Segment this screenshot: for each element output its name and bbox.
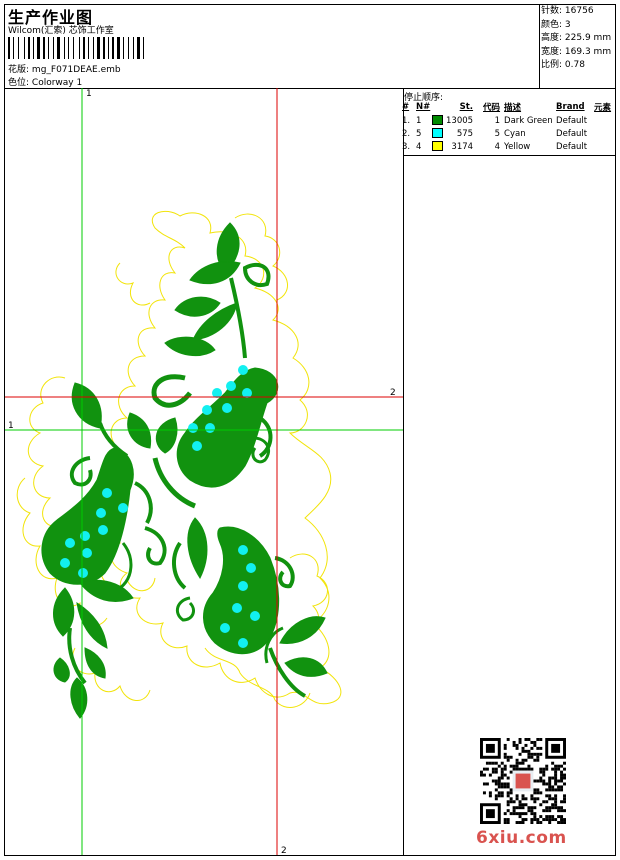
guide-label-red-horizontal: 2	[390, 388, 396, 398]
watermark: 6xiu.com	[476, 828, 567, 848]
colorway-name: Colorway 1	[31, 78, 83, 88]
color-swatch	[432, 128, 443, 139]
col-code: 代码	[483, 103, 501, 113]
colorway-label: 色位:	[8, 78, 30, 88]
design-file-name: mg_F071DEAE.emb	[31, 65, 121, 75]
table-row: 2. 5 575 5 Cyan Default	[402, 128, 588, 139]
col-desc: 描述	[504, 103, 522, 113]
stat-height: 高度: 225.9 mm	[541, 33, 612, 43]
design-file-label: 花版:	[8, 65, 30, 75]
design-file-line: 花版: mg_F071DEAE.emb	[8, 62, 121, 75]
col-element: 元素	[594, 103, 612, 113]
stat-scale: 比例: 0.78	[541, 60, 585, 70]
stats-panel: 针数: 16756 颜色: 3 高度: 225.9 mm 宽度: 169.3 m…	[541, 5, 611, 73]
barcode	[8, 37, 144, 59]
qr-code	[480, 738, 566, 824]
table-row: 1. 1 13005 1 Dark Green Default	[402, 115, 588, 126]
table-header-row: # N# St. 代码 描述 Brand 元素	[402, 100, 616, 114]
col-swatch	[432, 100, 446, 114]
table-bottom-divider	[403, 155, 615, 156]
guide-label-red-vertical: 2	[281, 846, 287, 856]
col-n: N#	[416, 102, 431, 112]
stats-divider	[539, 5, 540, 88]
stop-sequence-table: # N# St. 代码 描述 Brand 元素 1. 1 13005 1 Dar…	[402, 100, 616, 153]
guide-label-green-horizontal: 1	[8, 421, 14, 431]
col-brand: Brand	[556, 102, 585, 112]
embroidery-design-canvas	[5, 88, 403, 855]
panel-divider	[403, 88, 404, 855]
colorway-line: 色位: Colorway 1	[8, 75, 82, 88]
qr-seal	[515, 773, 531, 789]
guide-label-green-vertical: 1	[86, 89, 92, 99]
col-hash: #	[402, 102, 410, 112]
color-swatch	[432, 141, 443, 152]
col-stitches: St.	[459, 102, 474, 112]
stat-width: 宽度: 169.3 mm	[541, 46, 612, 57]
company-name: Wilcom(汇索) 芯饰工作室	[8, 26, 114, 36]
color-swatch	[432, 115, 443, 126]
stat-stitches: 针数: 16756	[541, 6, 594, 16]
stat-colors: 颜色: 3	[541, 19, 571, 30]
table-row: 3. 4 3174 4 Yellow Default	[402, 141, 588, 152]
green-embroidery	[41, 222, 328, 719]
